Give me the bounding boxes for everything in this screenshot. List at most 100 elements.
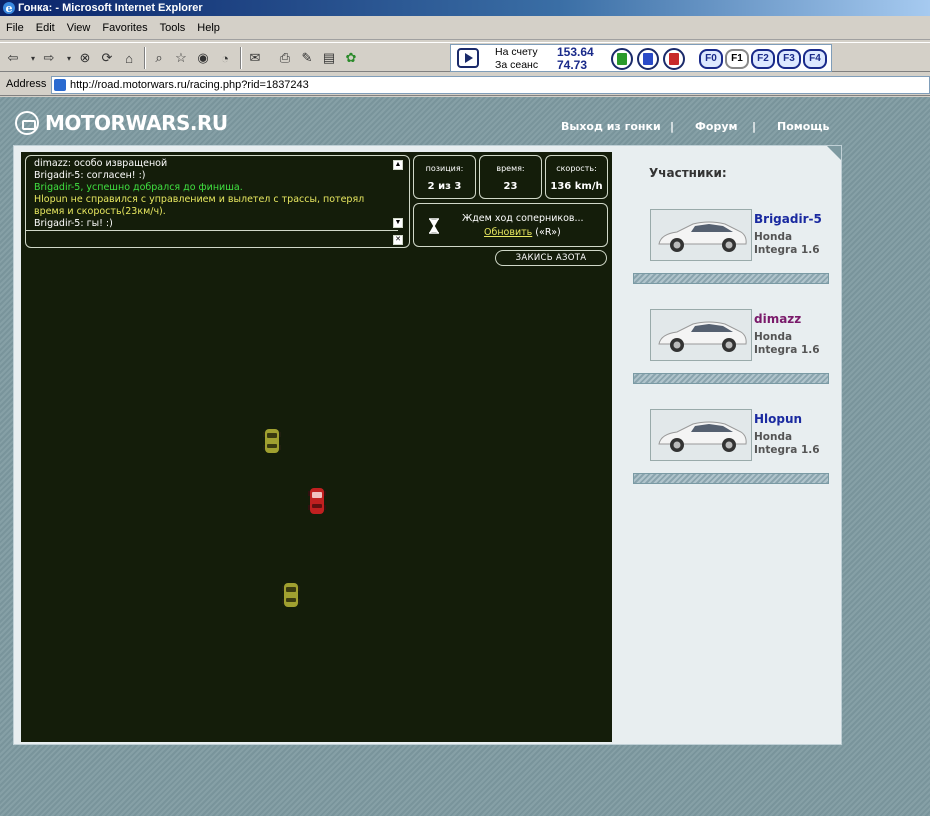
car-photo: [650, 409, 752, 461]
car-make: Honda: [754, 331, 793, 343]
speed-value: 136 km/h: [550, 181, 603, 192]
participants-title: Участники:: [649, 166, 727, 180]
race-track: dimazz: особо извращеной Brigadir-5: сог…: [21, 152, 612, 742]
mail-icon[interactable]: ✉: [246, 49, 264, 67]
forum-link[interactable]: Форум: [695, 120, 738, 133]
car-photo: [650, 209, 752, 261]
menu-file[interactable]: File: [0, 18, 30, 34]
car-image: [651, 310, 751, 360]
trash-body: [669, 53, 679, 65]
race-panel: dimazz: особо извращеной Brigadir-5: сог…: [13, 145, 842, 745]
stop-icon[interactable]: ⊗: [76, 49, 94, 67]
time-label: время:: [496, 164, 525, 173]
menu-help[interactable]: Help: [191, 18, 226, 34]
chat-line: Brigadir-5, успешно добрался до финиша.: [34, 182, 243, 193]
chat-messages: dimazz: особо извращеной Brigadir-5: сог…: [34, 158, 394, 230]
rival-car-yellow: [263, 429, 281, 453]
close-icon[interactable]: ✕: [393, 235, 403, 245]
participant-name[interactable]: Hlopun: [754, 412, 802, 426]
participant-car: Honda Integra 1.6: [754, 431, 820, 457]
favorites-icon[interactable]: ☆: [172, 49, 190, 67]
back-icon[interactable]: ⇦: [4, 49, 22, 67]
chat-line: Brigadir-5: гы! :): [34, 218, 113, 229]
menu-edit[interactable]: Edit: [30, 18, 61, 34]
menu-tools[interactable]: Tools: [154, 18, 192, 34]
participant-progress-bar: [633, 473, 829, 484]
fkey-f3[interactable]: F3: [777, 49, 801, 69]
waiting-box: Ждем ход соперников... Обновить («R»): [413, 203, 608, 247]
car-model: Integra 1.6: [754, 444, 820, 456]
position-box: позиция: 2 из 3: [413, 155, 476, 199]
media-icon[interactable]: ◉: [194, 49, 212, 67]
fkey-f4[interactable]: F4: [803, 49, 827, 69]
nav-separator: |: [752, 120, 757, 133]
refresh-icon[interactable]: ⟳: [98, 49, 116, 67]
participant-progress-bar: [633, 273, 829, 284]
fkey-f2[interactable]: F2: [751, 49, 775, 69]
toolbar-separator: [144, 47, 146, 69]
refresh-row: Обновить («R»): [484, 227, 561, 238]
participant-card: dimazz Honda Integra 1.6: [633, 301, 833, 391]
session-value: 74.73: [557, 58, 588, 72]
fkey-f1[interactable]: F1: [725, 49, 749, 69]
car-photo: [650, 309, 752, 361]
position-value: 2 из 3: [427, 181, 462, 192]
discuss-icon[interactable]: ▤: [320, 49, 338, 67]
play-icon[interactable]: [457, 48, 479, 68]
blue-trash-icon[interactable]: [637, 48, 659, 70]
chat-line: dimazz: особо извращеной: [34, 158, 168, 169]
nitro-button[interactable]: ЗАКИСЬ АЗОТА: [495, 250, 607, 266]
address-url: http://road.motorwars.ru/racing.php?rid=…: [70, 79, 309, 91]
history-icon[interactable]: ◔: [216, 49, 234, 67]
session-label: За сеанс: [495, 59, 539, 71]
home-icon[interactable]: ⌂: [120, 49, 138, 67]
chat-line: Brigadir-5: согласен! :): [34, 170, 146, 181]
logo-badge-icon: [15, 111, 39, 135]
chat-box: dimazz: особо извращеной Brigadir-5: сог…: [25, 155, 410, 248]
car-model: Integra 1.6: [754, 244, 820, 256]
participant-name[interactable]: dimazz: [754, 312, 801, 326]
toolbar: ⇦ ▾ ⇨ ▾ ⊗ ⟳ ⌂ ⌕ ☆ ◉ ◔ ✉ ⎙ ✎ ▤ ✿ На счету…: [0, 42, 930, 72]
time-value: 23: [503, 181, 518, 192]
fkey-f0[interactable]: F0: [699, 49, 723, 69]
scroll-up-icon[interactable]: ▲: [393, 160, 403, 170]
site-logo[interactable]: MOTORWARS.RU: [15, 111, 228, 135]
menu-bar: File Edit View Favorites Tools Help: [0, 18, 930, 40]
balance-value: 153.64: [557, 45, 594, 59]
refresh-link[interactable]: Обновить: [484, 227, 532, 238]
time-box: время: 23: [479, 155, 542, 199]
page-icon: [54, 79, 66, 91]
speed-label: скорость:: [556, 164, 597, 173]
car-image: [651, 210, 751, 260]
address-label: Address: [6, 78, 47, 90]
speed-box: скорость: 136 km/h: [545, 155, 608, 199]
ie-logo-icon: e: [3, 2, 15, 15]
edit-icon[interactable]: ✎: [298, 49, 316, 67]
car-make: Honda: [754, 231, 793, 243]
chat-line: Hlopun не справился с управлением и выле…: [34, 194, 365, 217]
messenger-icon[interactable]: ✿: [342, 49, 360, 67]
trash-body: [617, 53, 627, 65]
car-make: Honda: [754, 431, 793, 443]
search-icon[interactable]: ⌕: [150, 49, 168, 67]
address-input[interactable]: http://road.motorwars.ru/racing.php?rid=…: [51, 76, 930, 94]
chat-divider: [26, 230, 398, 231]
red-trash-icon[interactable]: [663, 48, 685, 70]
participant-name[interactable]: Brigadir-5: [754, 212, 822, 226]
print-icon[interactable]: ⎙: [276, 49, 294, 67]
forward-icon[interactable]: ⇨: [40, 49, 58, 67]
corner-decoration: [827, 146, 841, 160]
scroll-down-icon[interactable]: ▼: [393, 218, 403, 228]
menu-favorites[interactable]: Favorites: [96, 18, 153, 34]
refresh-hotkey: («R»): [535, 227, 561, 238]
green-trash-icon[interactable]: [611, 48, 633, 70]
participant-card: Brigadir-5 Honda Integra 1.6: [633, 201, 833, 291]
car-model: Integra 1.6: [754, 344, 820, 356]
car-image: [651, 410, 751, 460]
hourglass-icon: [429, 218, 439, 234]
exit-race-link[interactable]: Выход из гонки: [561, 120, 661, 133]
window-title-bar: e Гонка: - Microsoft Internet Explorer: [0, 0, 930, 16]
menu-view[interactable]: View: [61, 18, 97, 34]
help-link[interactable]: Помощь: [777, 120, 829, 133]
account-panel: На счету 153.64 За сеанс 74.73 F0 F1 F2 …: [450, 44, 832, 72]
